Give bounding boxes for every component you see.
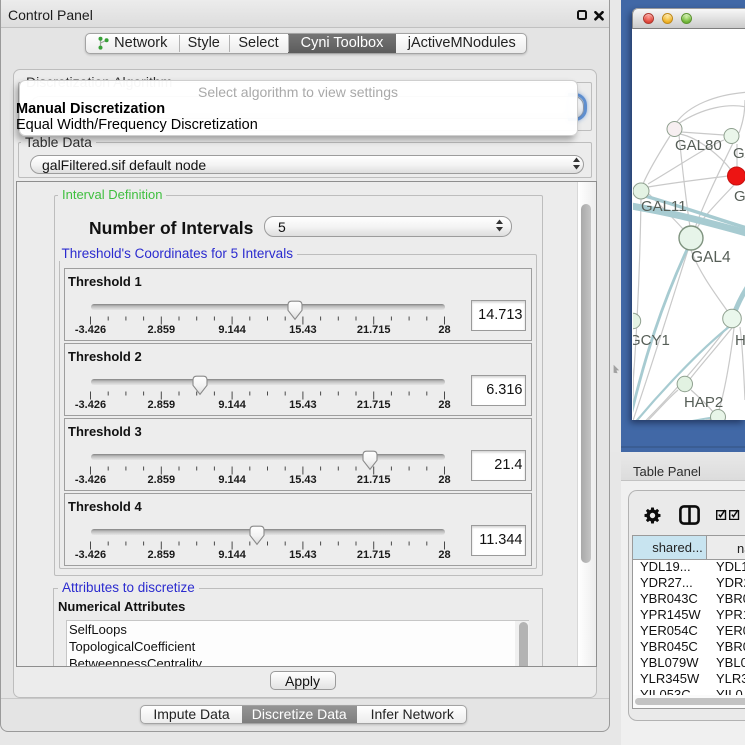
svg-text:H: H [735, 332, 745, 349]
svg-text:GAL11: GAL11 [641, 198, 687, 215]
svg-text:GAL80: GAL80 [675, 137, 722, 154]
svg-text:GCY1: GCY1 [633, 332, 670, 349]
svg-text:GAL4: GAL4 [691, 249, 731, 266]
svg-text:HAP2: HAP2 [684, 394, 723, 411]
svg-text:GA: GA [733, 145, 745, 162]
svg-text:G: G [734, 188, 745, 205]
